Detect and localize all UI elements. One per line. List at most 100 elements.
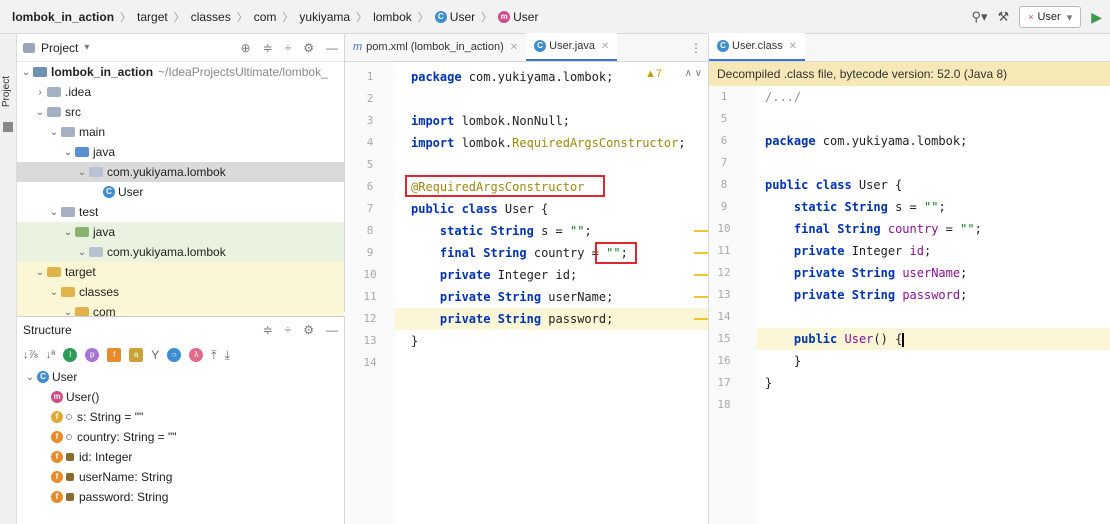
show-lambda-icon[interactable]: λ <box>189 348 204 362</box>
structure-item-field-password[interactable]: f password: String <box>17 487 344 507</box>
structure-root[interactable]: ⌄ C User <box>17 367 344 387</box>
tree-item-main-java[interactable]: ⌄ java <box>17 142 344 162</box>
breadcrumb-project[interactable]: lombok_in_action <box>12 10 114 24</box>
tree-item-test[interactable]: ⌄ test <box>17 202 344 222</box>
autoscroll-to-source-icon[interactable]: ⤒ <box>211 348 216 363</box>
chevron-down-icon[interactable]: ⌄ <box>23 372 37 383</box>
breadcrumb-target[interactable]: target <box>137 10 168 24</box>
tree-item-target[interactable]: ⌄ target <box>17 262 344 282</box>
show-properties-icon[interactable]: p <box>85 348 100 362</box>
run-config-select[interactable]: × User ▾ <box>1019 6 1082 28</box>
structure-item-field-username[interactable]: f userName: String <box>17 467 344 487</box>
tree-item-src[interactable]: ⌄ src <box>17 102 344 122</box>
chevron-down-icon[interactable]: ⌄ <box>33 267 47 278</box>
expand-all-icon[interactable]: ≑ <box>263 41 273 55</box>
warning-count[interactable]: ▲7 <box>645 68 662 80</box>
tab-user-class[interactable]: C User.class ✕ <box>709 33 806 61</box>
warning-stripe-mark[interactable] <box>694 252 708 254</box>
warning-stripe-mark[interactable] <box>694 274 708 276</box>
editor-tabs: m pom.xml (lombok_in_action) ✕ C User.ja… <box>345 33 708 62</box>
more-icon[interactable]: ⋮ <box>690 41 702 55</box>
hide-icon[interactable]: — <box>326 41 338 55</box>
tab-pom-xml[interactable]: m pom.xml (lombok_in_action) ✕ <box>345 33 526 61</box>
expand-all-icon[interactable]: ≑ <box>263 323 273 337</box>
collapse-all-icon[interactable]: ÷ <box>285 323 292 337</box>
source-editor: m pom.xml (lombok_in_action) ✕ C User.ja… <box>345 33 709 524</box>
structure-item-label: User() <box>66 390 100 404</box>
close-icon[interactable]: ✕ <box>789 41 797 52</box>
show-non-public-icon[interactable]: a <box>129 348 144 362</box>
folder-icon <box>23 42 35 53</box>
breadcrumb-lombok[interactable]: lombok <box>373 10 412 24</box>
chevron-down-icon[interactable]: ⌄ <box>47 127 61 138</box>
run-icon[interactable]: ▶ <box>1091 9 1102 26</box>
navigation-bar: lombok_in_action 〉 target 〉 classes 〉 co… <box>0 0 1110 34</box>
code-line-12: private String userName; <box>793 266 968 280</box>
chevron-down-icon[interactable]: ⌄ <box>47 287 61 298</box>
structure-stripe-icon[interactable] <box>3 122 13 132</box>
breadcrumb-classes[interactable]: classes <box>191 10 231 24</box>
line-number: 18 <box>717 398 731 411</box>
locate-icon[interactable]: ⊕ <box>241 41 251 55</box>
breadcrumb-yukiyama[interactable]: yukiyama <box>299 10 350 24</box>
problem-nav-arrows[interactable]: ∧ ∨ <box>685 68 702 79</box>
project-panel-header: Project ▾ ⊕ ≑ ÷ ⚙ — <box>17 34 344 62</box>
tree-item-test-package[interactable]: ⌄ com.yukiyama.lombok <box>17 242 344 262</box>
final-field-icon: f <box>51 431 63 443</box>
excluded-folder-icon <box>47 267 61 277</box>
chevron-down-icon[interactable]: ▾ <box>84 42 89 53</box>
line-number-gutter: 1 5 6 7 8 9 10 11 12 13 14 15 16 17 18 <box>709 86 757 524</box>
breadcrumb-com[interactable]: com <box>254 10 277 24</box>
gear-icon[interactable]: ⚙ <box>303 41 314 55</box>
tree-item-idea[interactable]: › .idea <box>17 82 344 102</box>
chevron-down-icon[interactable]: ⌄ <box>75 167 89 178</box>
build-hammer-icon[interactable]: ⚒ <box>998 9 1010 25</box>
structure-item-constructor[interactable]: m User() <box>17 387 344 407</box>
decompiled-code-area[interactable]: /.../ package com.yukiyama.lombok; publi… <box>757 86 1110 524</box>
tree-item-main[interactable]: ⌄ main <box>17 122 344 142</box>
chevron-down-icon[interactable]: ⌄ <box>47 207 61 218</box>
line-number: 9 <box>720 200 728 213</box>
tree-item-project-root[interactable]: ⌄ lombok_in_action ~/IdeaProjectsUltimat… <box>17 62 344 82</box>
hide-icon[interactable]: — <box>326 323 338 337</box>
sort-alpha-icon[interactable]: ↓ª <box>46 349 56 361</box>
structure-item-field-country[interactable]: f country: String = "" <box>17 427 344 447</box>
structure-item-field-s[interactable]: f s: String = "" <box>17 407 344 427</box>
chevron-down-icon[interactable]: ⌄ <box>33 107 47 118</box>
tree-item-user-class[interactable]: C User <box>17 182 344 202</box>
chevron-down-icon[interactable]: ⌄ <box>61 227 75 238</box>
warning-stripe-mark[interactable] <box>694 230 708 232</box>
autoscroll-from-source-icon[interactable]: ⤓ <box>225 348 230 363</box>
tree-item-classes[interactable]: ⌄ classes <box>17 282 344 302</box>
initializer-highlight-box <box>595 242 637 264</box>
chevron-right-icon: 〉 <box>173 11 185 24</box>
breadcrumb-class[interactable]: User <box>450 10 475 24</box>
chevron-down-icon[interactable]: ⌄ <box>61 147 75 158</box>
tree-item-package[interactable]: ⌄ com.yukiyama.lombok <box>17 162 344 182</box>
structure-item-field-id[interactable]: f id: Integer <box>17 447 344 467</box>
structure-panel: Structure ≑ ÷ ⚙ — ↓⅞ ↓ª I p f a Y ○ λ ⤒ … <box>17 316 345 524</box>
gear-icon[interactable]: ⚙ <box>303 323 314 337</box>
project-view-select[interactable]: Project <box>41 41 78 55</box>
vcs-user-icon[interactable]: ⚲▾ <box>971 9 987 25</box>
class-icon: C <box>534 40 547 52</box>
chevron-right-icon[interactable]: › <box>33 87 47 98</box>
project-tool-window-button[interactable]: Project <box>1 76 12 107</box>
warning-stripe-mark[interactable] <box>694 318 708 320</box>
close-icon[interactable]: ✕ <box>601 41 609 52</box>
show-anonymous-icon[interactable]: ○ <box>167 348 182 362</box>
field-icon: f <box>51 471 63 483</box>
sort-visibility-icon[interactable]: ↓⅞ <box>23 349 38 361</box>
collapse-all-icon[interactable]: ÷ <box>285 41 292 55</box>
breadcrumb-method[interactable]: User <box>513 10 538 24</box>
chevron-down-icon[interactable]: ⌄ <box>75 247 89 258</box>
show-inherited-icon[interactable]: I <box>63 348 78 362</box>
show-lambdas-icon[interactable]: Y <box>151 348 159 362</box>
code-area[interactable]: ▲7 ∧ ∨ package com.yukiyama.lombok; impo… <box>395 62 708 524</box>
close-icon[interactable]: ✕ <box>510 42 518 53</box>
tab-user-java[interactable]: C User.java ✕ <box>526 33 618 61</box>
chevron-down-icon[interactable]: ⌄ <box>19 67 33 78</box>
warning-stripe-mark[interactable] <box>694 296 708 298</box>
show-fields-icon[interactable]: f <box>107 348 122 362</box>
tree-item-test-java[interactable]: ⌄ java <box>17 222 344 242</box>
